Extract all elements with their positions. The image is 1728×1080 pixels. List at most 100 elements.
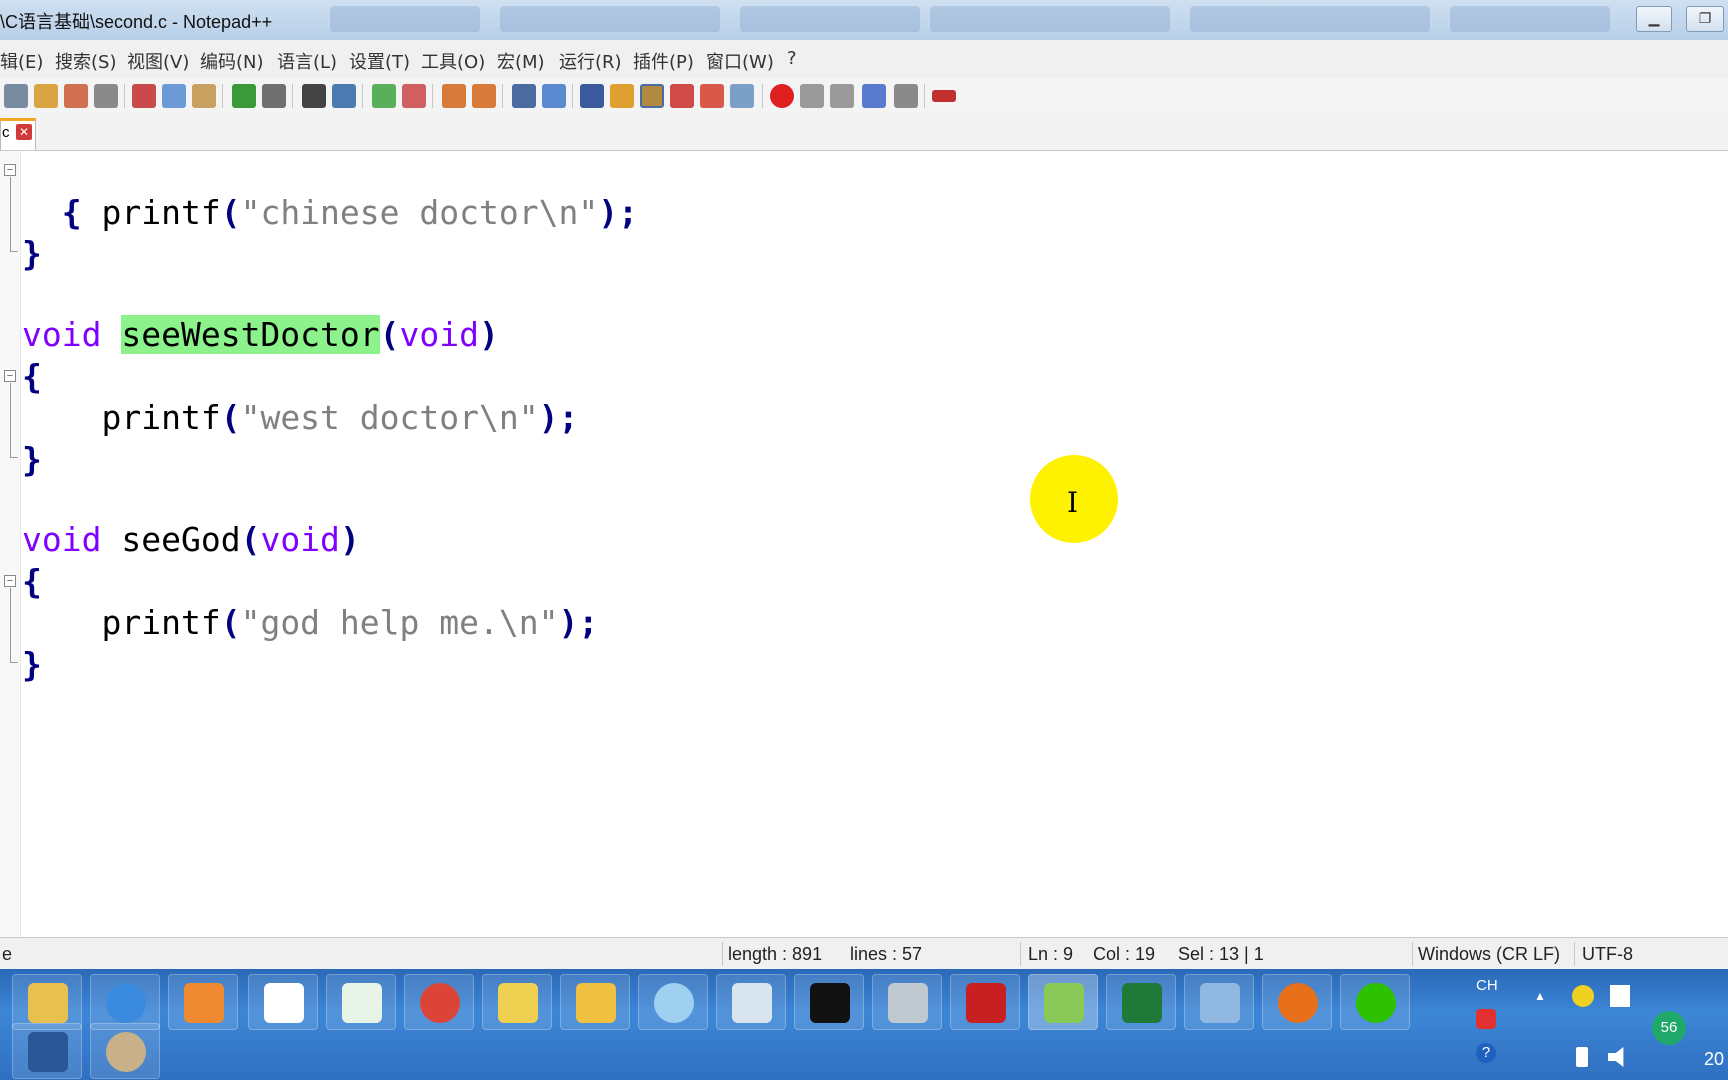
paren: ( bbox=[220, 603, 241, 642]
taskbar-filezilla[interactable] bbox=[950, 974, 1020, 1030]
taskbar-python[interactable] bbox=[482, 974, 552, 1030]
python-icon bbox=[498, 983, 538, 1023]
zoom-out-icon[interactable] bbox=[402, 84, 426, 108]
battery-icon[interactable] bbox=[1576, 1047, 1588, 1067]
taskbar-chrome[interactable] bbox=[404, 974, 474, 1030]
paren-semicolon: ); bbox=[598, 193, 638, 232]
taskbar-app[interactable] bbox=[872, 974, 942, 1030]
menu-macro[interactable]: 宏(M) bbox=[497, 48, 545, 74]
open-file-icon[interactable] bbox=[34, 84, 58, 108]
status-eol[interactable]: Windows (CR LF) bbox=[1418, 944, 1560, 965]
run-macro-multiple-icon[interactable] bbox=[862, 84, 886, 108]
taskbar-explorer[interactable] bbox=[12, 974, 82, 1030]
maximize-button[interactable]: ❐ bbox=[1686, 6, 1724, 32]
status-selection: Sel : 13 | 1 bbox=[1178, 944, 1264, 964]
taskbar-wechat[interactable] bbox=[1340, 974, 1410, 1030]
folder-as-workspace-icon[interactable] bbox=[670, 84, 694, 108]
status-file-type: e bbox=[2, 944, 13, 964]
taskbar-firefox[interactable] bbox=[1262, 974, 1332, 1030]
toolbar bbox=[0, 78, 1728, 115]
close-tab-icon[interactable]: ✕ bbox=[16, 124, 32, 140]
undo-icon[interactable] bbox=[232, 84, 256, 108]
fold-collapse-icon[interactable]: − bbox=[4, 164, 16, 176]
save-icon[interactable] bbox=[64, 84, 88, 108]
folder-icon[interactable] bbox=[700, 84, 724, 108]
background-tab bbox=[330, 6, 480, 32]
media-player-icon bbox=[184, 983, 224, 1023]
spell-check-icon[interactable] bbox=[932, 90, 956, 102]
keyword: void bbox=[260, 520, 340, 559]
taskbar-excel[interactable] bbox=[1106, 974, 1176, 1030]
menu-settings[interactable]: 设置(T) bbox=[349, 48, 410, 74]
copy-icon[interactable] bbox=[162, 84, 186, 108]
menu-view[interactable]: 视图(V) bbox=[127, 48, 189, 74]
taskbar-word[interactable] bbox=[12, 1023, 82, 1079]
action-center-flag-icon[interactable] bbox=[1610, 985, 1630, 1007]
monitoring-eye-icon[interactable] bbox=[730, 84, 754, 108]
taskbar-media-player[interactable] bbox=[168, 974, 238, 1030]
menu-run[interactable]: 运行(R) bbox=[559, 48, 622, 74]
word-wrap-icon[interactable] bbox=[512, 84, 536, 108]
indent-guide-icon[interactable] bbox=[580, 84, 604, 108]
show-hidden-icons-icon[interactable]: ▲ bbox=[1534, 989, 1546, 1003]
terminal-icon bbox=[810, 983, 850, 1023]
fold-collapse-icon[interactable]: − bbox=[4, 370, 16, 382]
show-all-chars-icon[interactable] bbox=[542, 84, 566, 108]
sync-horizontal-icon[interactable] bbox=[472, 84, 496, 108]
taskbar-baidu-netdisk[interactable] bbox=[248, 974, 318, 1030]
taskbar-clock-app[interactable] bbox=[560, 974, 630, 1030]
menu-plugins[interactable]: 插件(P) bbox=[633, 48, 694, 74]
redo-icon[interactable] bbox=[262, 84, 286, 108]
replace-icon[interactable] bbox=[332, 84, 356, 108]
zoom-in-icon[interactable] bbox=[372, 84, 396, 108]
ime-indicator[interactable]: CH bbox=[1476, 977, 1498, 994]
code-line: { bbox=[22, 562, 42, 602]
fold-end bbox=[10, 662, 18, 663]
menu-language[interactable]: 语言(L) bbox=[277, 48, 337, 74]
taskbar-app[interactable] bbox=[1184, 974, 1254, 1030]
play-macro-icon[interactable] bbox=[830, 84, 854, 108]
toolbar-divider bbox=[222, 84, 223, 108]
notification-badge[interactable]: 56 bbox=[1652, 1011, 1686, 1045]
taskbar-app[interactable] bbox=[638, 974, 708, 1030]
menu-window[interactable]: 窗口(W) bbox=[706, 48, 774, 74]
help-icon[interactable]: ? bbox=[1476, 1043, 1496, 1063]
menu-search[interactable]: 搜索(S) bbox=[55, 48, 116, 74]
save-macro-icon[interactable] bbox=[894, 84, 918, 108]
stop-macro-icon[interactable] bbox=[800, 84, 824, 108]
minimize-button[interactable]: ▁ bbox=[1636, 6, 1672, 32]
record-macro-icon[interactable] bbox=[770, 84, 794, 108]
fold-collapse-icon[interactable]: − bbox=[4, 575, 16, 587]
wechat-icon bbox=[1356, 983, 1396, 1023]
menu-edit[interactable]: 辑(E) bbox=[0, 48, 43, 74]
keyword: void bbox=[399, 315, 479, 354]
function-list-icon[interactable] bbox=[640, 84, 664, 108]
cloud-icon bbox=[342, 983, 382, 1023]
taskbar-app[interactable] bbox=[90, 1023, 160, 1079]
taskbar-notepad-plus-plus[interactable] bbox=[1028, 974, 1098, 1030]
menu-encoding[interactable]: 编码(N) bbox=[200, 48, 264, 74]
firefox-icon bbox=[1278, 983, 1318, 1023]
volume-icon[interactable] bbox=[1608, 1047, 1624, 1067]
taskbar-app[interactable] bbox=[716, 974, 786, 1030]
paste-icon[interactable] bbox=[192, 84, 216, 108]
code-line: printf("west doctor\n"); bbox=[22, 398, 578, 438]
sogou-input-icon[interactable] bbox=[1476, 1009, 1496, 1029]
print-icon[interactable] bbox=[94, 84, 118, 108]
status-encoding[interactable]: UTF-8 bbox=[1582, 944, 1633, 965]
clock[interactable]: 20 bbox=[1704, 1049, 1724, 1070]
cut-icon[interactable] bbox=[132, 84, 156, 108]
status-divider bbox=[722, 942, 723, 966]
find-icon[interactable] bbox=[302, 84, 326, 108]
document-map-icon[interactable] bbox=[610, 84, 634, 108]
menu-tools[interactable]: 工具(O) bbox=[421, 48, 485, 74]
add-icon[interactable] bbox=[1572, 985, 1594, 1007]
background-tab bbox=[1190, 6, 1430, 32]
fold-line bbox=[10, 177, 11, 251]
sync-vertical-icon[interactable] bbox=[442, 84, 466, 108]
taskbar-cloud-app[interactable] bbox=[326, 974, 396, 1030]
taskbar-ie[interactable] bbox=[90, 974, 160, 1030]
new-file-icon[interactable] bbox=[4, 84, 28, 108]
taskbar-cmd[interactable] bbox=[794, 974, 864, 1030]
menu-help[interactable]: ? bbox=[787, 48, 797, 69]
